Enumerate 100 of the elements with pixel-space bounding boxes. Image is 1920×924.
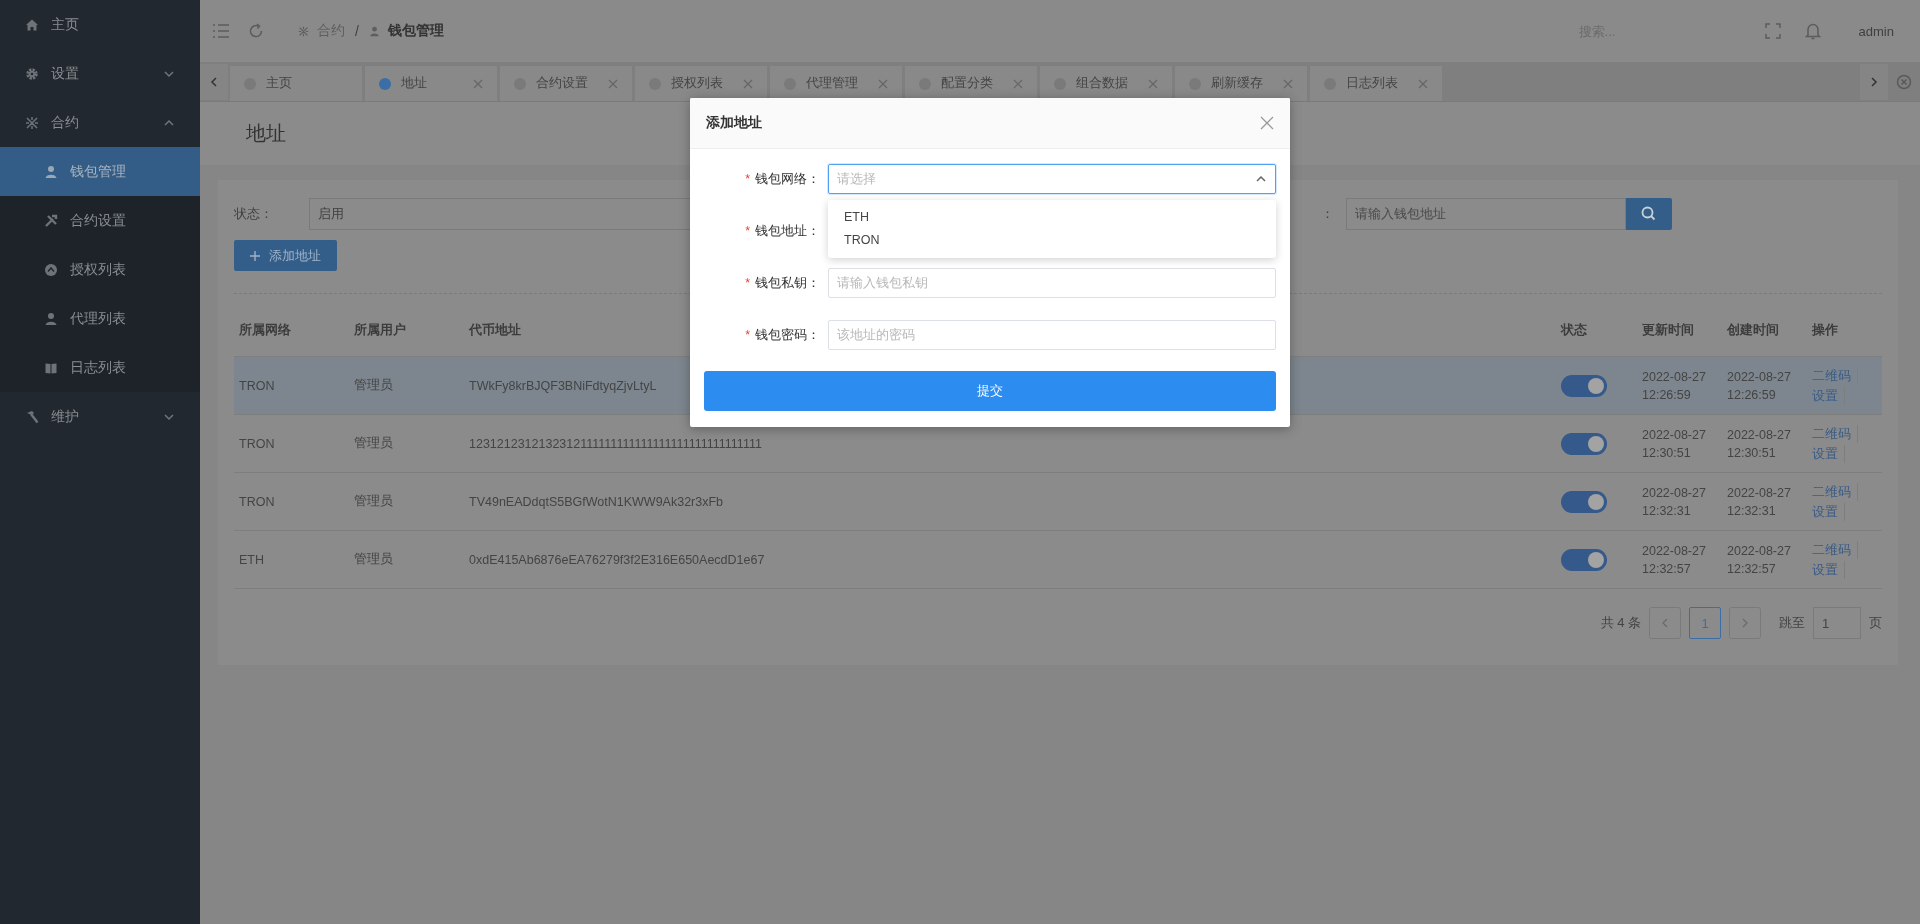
tab[interactable]: 主页 <box>230 66 362 101</box>
required-mark: * <box>745 171 750 186</box>
previous-page-icon[interactable] <box>1649 607 1681 639</box>
action-link[interactable]: 设置 <box>1812 386 1845 405</box>
fullscreen-icon[interactable] <box>1764 23 1781 39</box>
table-cell-text: 2022-08-27 12:32:31 <box>1727 484 1792 520</box>
table-cell: 管理员 <box>354 552 393 566</box>
table-cell: 0xdE415Ab6876eEA76279f3f2E316E650AecdD1e67 <box>469 552 765 567</box>
home-icon <box>25 17 39 32</box>
close-icon[interactable] <box>878 78 888 89</box>
user-icon <box>368 25 380 37</box>
user-icon <box>44 164 58 179</box>
toggle-switch[interactable] <box>1561 374 1607 397</box>
table-cell-text: 2022-08-27 12:30:51 <box>1642 426 1707 462</box>
next-page-icon[interactable] <box>1729 607 1761 639</box>
field-label: 钱包密码： <box>755 327 820 342</box>
page-button[interactable]: 1 <box>1689 607 1721 639</box>
tab[interactable]: 日志列表 <box>1310 66 1442 101</box>
page-title: 地址 <box>246 121 286 146</box>
sidebar-item[interactable]: 授权列表 <box>0 245 200 294</box>
tab[interactable]: 授权列表 <box>635 66 767 101</box>
search-icon[interactable] <box>1626 198 1672 230</box>
close-icon[interactable] <box>1283 78 1293 89</box>
table-cell: TRON <box>239 378 275 393</box>
table-cell: ETH <box>239 552 264 567</box>
table-cell-text: 2022-08-27 12:26:59 <box>1727 368 1792 404</box>
search-field[interactable]: 请输入钱包地址 <box>1346 198 1626 230</box>
column-header: 所属网络 <box>234 304 349 357</box>
bell-icon[interactable] <box>1804 22 1821 40</box>
table-cell: 1231212312132312111111111111111111111111111111 <box>469 436 762 451</box>
crossed-lines-icon <box>25 115 39 130</box>
field-label: 钱包私钥： <box>755 275 820 290</box>
filter-label: ： <box>1321 205 1335 223</box>
close-icon[interactable] <box>1418 78 1428 89</box>
table-cell: TRON <box>239 436 275 451</box>
crossed-lines-icon <box>298 25 309 37</box>
total-count: 共 4 条 <box>1600 614 1641 632</box>
table-cell: TV49nEADdqtS5BGfWotN1KWW9Ak32r3xFb <box>469 494 724 509</box>
table-cell: 管理员 <box>354 436 393 450</box>
chevron-right-icon[interactable] <box>1860 64 1888 100</box>
filter-label: 状态： <box>234 205 274 223</box>
table-cell-text: 2022-08-27 12:30:51 <box>1727 426 1792 462</box>
close-icon[interactable] <box>1260 116 1274 130</box>
table-cell-text: 2022-08-27 12:32:57 <box>1727 542 1792 578</box>
sidebar-item[interactable]: 钱包管理 <box>0 147 200 196</box>
table-cell: TWkFy8krBJQF3BNiFdtyqZjvLtyL <box>469 378 657 393</box>
user-name[interactable]: admin <box>1858 23 1894 39</box>
sidebar-item[interactable]: 合约设置 <box>0 196 200 245</box>
table-cell-text: 2022-08-27 12:32:31 <box>1642 484 1707 520</box>
close-icon[interactable] <box>608 78 618 89</box>
table-cell: 管理员 <box>354 378 393 392</box>
column-header: 操作 <box>1807 304 1882 357</box>
column-header: 状态 <box>1556 304 1637 357</box>
chevron-left-icon[interactable] <box>200 64 228 100</box>
settings-icon <box>25 66 39 81</box>
menu-icon[interactable] <box>212 23 230 39</box>
jump-label: 跳至 <box>1779 614 1805 632</box>
input-field[interactable]: 该地址的密码 <box>828 320 1276 350</box>
add-button[interactable]: 添加地址 <box>234 240 337 271</box>
table-cell: TRON <box>239 494 275 509</box>
sidebar-item[interactable]: 日志列表 <box>0 343 200 392</box>
sidebar-item[interactable]: 设置 <box>0 49 200 98</box>
sidebar-item[interactable]: 维护 <box>0 392 200 441</box>
tools-icon <box>44 213 58 228</box>
field-label: 钱包网络： <box>755 171 820 186</box>
action-link[interactable]: 二维码 <box>1812 540 1858 559</box>
required-mark: * <box>745 327 750 342</box>
dialog-title: 添加地址 <box>706 114 762 132</box>
dropdown-option[interactable]: TRON <box>828 229 1276 252</box>
input-field[interactable]: 请输入钱包私钥 <box>828 268 1276 298</box>
sidebar-item[interactable]: 主页 <box>0 0 200 49</box>
required-mark: * <box>745 275 750 290</box>
action-link[interactable]: 二维码 <box>1812 424 1858 443</box>
sidebar-item[interactable]: 代理列表 <box>0 294 200 343</box>
submit-button[interactable]: 提交 <box>704 371 1276 411</box>
user-icon <box>44 311 58 326</box>
toggle-switch[interactable] <box>1561 548 1607 571</box>
close-icon[interactable] <box>1013 78 1023 89</box>
status-dot-icon <box>379 77 391 90</box>
toggle-switch[interactable] <box>1561 432 1607 455</box>
tab[interactable]: 地址 <box>365 66 497 101</box>
network-select[interactable]: 请选择 <box>828 164 1276 194</box>
page-input[interactable]: 1 <box>1813 607 1861 639</box>
toggle-switch[interactable] <box>1561 490 1607 513</box>
action-link[interactable]: 设置 <box>1812 560 1845 579</box>
tab[interactable]: 合约设置 <box>500 66 632 101</box>
action-link[interactable]: 设置 <box>1812 444 1845 463</box>
hammer-icon <box>25 409 39 424</box>
table-cell-text: 2022-08-27 12:26:59 <box>1642 368 1707 404</box>
close-icon[interactable] <box>1148 78 1158 89</box>
close-icon[interactable] <box>473 78 483 89</box>
close-icon[interactable] <box>743 78 753 89</box>
action-link[interactable]: 二维码 <box>1812 482 1858 501</box>
tab[interactable]: 刷新缓存 <box>1175 66 1307 101</box>
action-link[interactable]: 设置 <box>1812 502 1845 521</box>
refresh-icon[interactable] <box>248 23 264 39</box>
action-link[interactable]: 二维码 <box>1812 366 1858 385</box>
sidebar-item[interactable]: 合约 <box>0 98 200 147</box>
column-header: 创建时间 <box>1722 304 1807 357</box>
table-cell: 管理员 <box>354 494 393 508</box>
